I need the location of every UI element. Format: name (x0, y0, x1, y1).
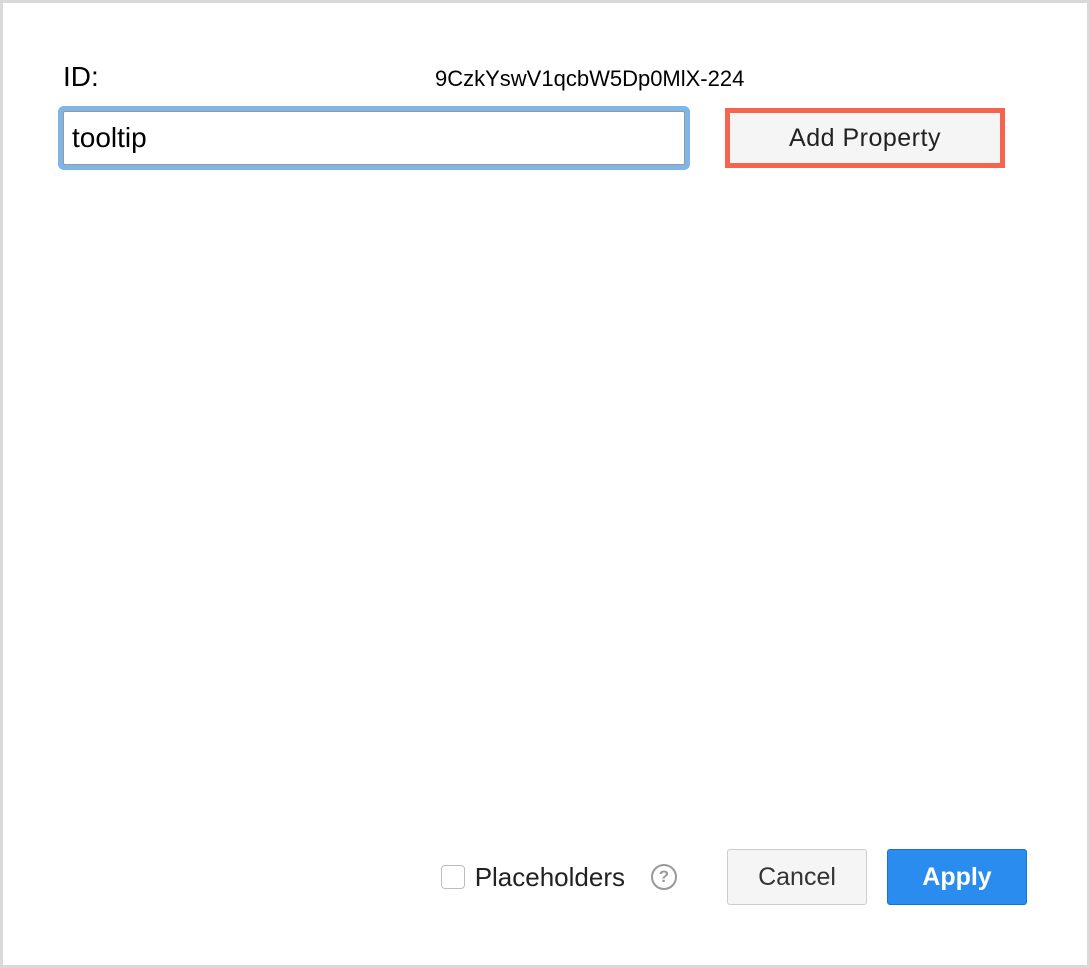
id-label: ID: (63, 61, 435, 93)
apply-button[interactable]: Apply (887, 849, 1027, 905)
help-glyph: ? (659, 867, 669, 887)
property-name-input[interactable] (63, 111, 685, 165)
dialog-footer: Placeholders ? Cancel Apply (441, 849, 1027, 905)
placeholders-checkbox[interactable] (441, 865, 465, 889)
input-row: Add Property (63, 111, 1027, 168)
help-icon[interactable]: ? (651, 864, 677, 890)
id-value: 9CzkYswV1qcbW5Dp0MlX-224 (435, 66, 744, 92)
dialog-container: ID: 9CzkYswV1qcbW5Dp0MlX-224 Add Propert… (0, 0, 1090, 968)
placeholders-label: Placeholders (475, 862, 625, 893)
add-property-button[interactable]: Add Property (725, 108, 1005, 168)
placeholders-checkbox-wrap: Placeholders (441, 862, 625, 893)
cancel-button[interactable]: Cancel (727, 849, 867, 905)
id-row: ID: 9CzkYswV1qcbW5Dp0MlX-224 (63, 61, 1027, 93)
